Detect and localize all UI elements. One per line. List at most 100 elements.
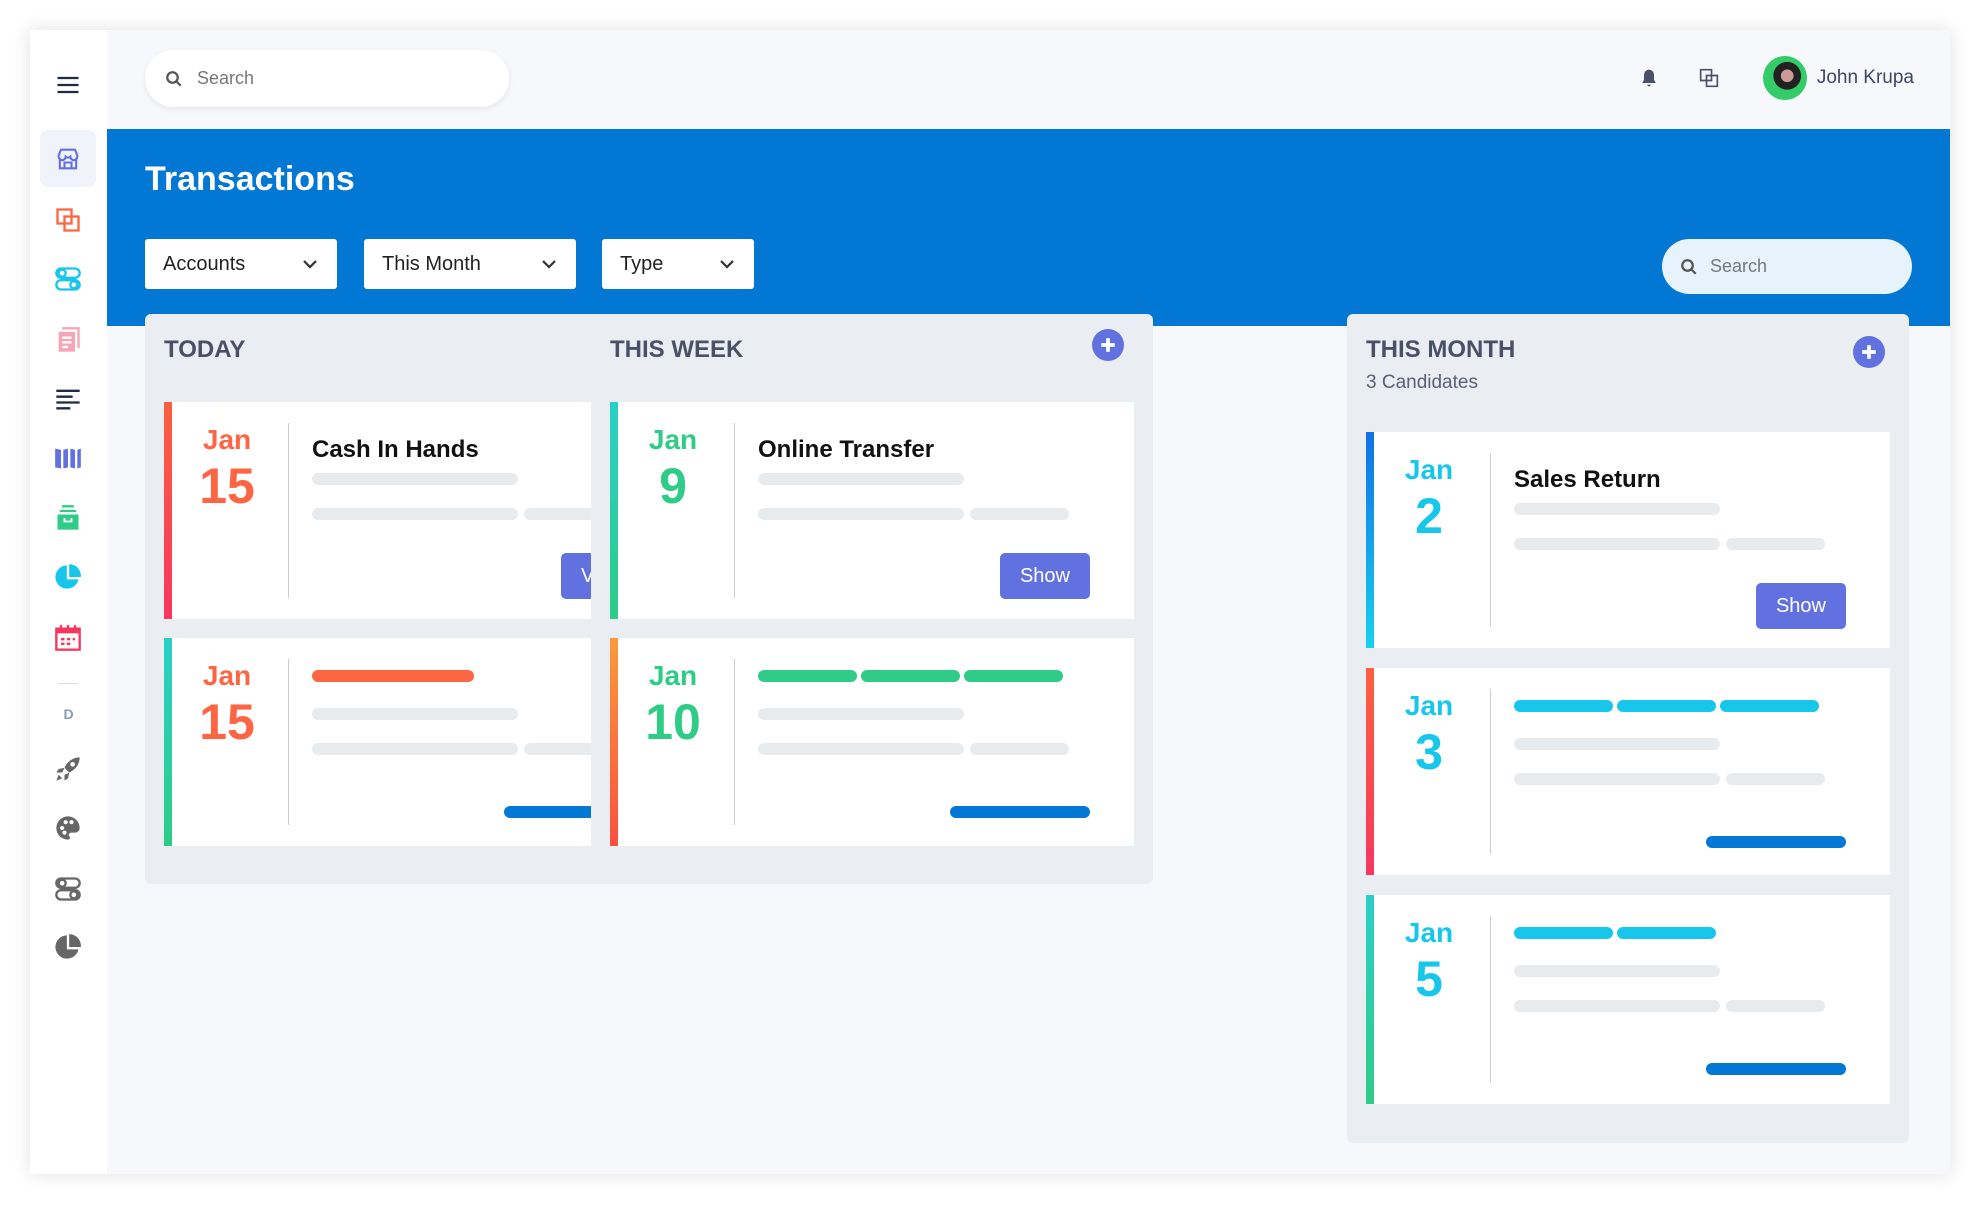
placeholder-line	[758, 473, 964, 485]
page-header-band	[107, 129, 1950, 326]
card-month: Jan	[648, 424, 698, 455]
sidebar-item-text[interactable]	[47, 378, 89, 420]
tag-bar	[1617, 927, 1716, 939]
placeholder-line	[758, 508, 964, 520]
add-button[interactable]	[1853, 336, 1885, 368]
sidebar-item-toggles[interactable]	[47, 258, 89, 300]
sidebar-item-rocket[interactable]	[47, 748, 89, 790]
progress-bar	[950, 806, 1090, 818]
archive-icon	[57, 505, 79, 530]
card-accent-bar	[1366, 668, 1374, 875]
placeholder-line	[758, 708, 964, 720]
toggles-icon	[55, 267, 81, 291]
placeholder-line	[1514, 1000, 1720, 1012]
placeholder-line	[1514, 738, 1720, 750]
app-window: D Search John Krupa Transactions Account…	[30, 30, 1950, 1174]
search-icon	[166, 70, 182, 87]
card-accent-bar	[1366, 432, 1374, 648]
placeholder-line	[1726, 1000, 1825, 1012]
card-date: Jan 15	[172, 424, 282, 516]
align-left-icon	[56, 389, 80, 410]
palette-icon	[56, 816, 80, 840]
progress-bar	[1706, 836, 1846, 848]
tag-bar	[964, 670, 1063, 682]
add-button[interactable]	[1092, 329, 1124, 361]
user-name[interactable]: John Krupa	[1817, 67, 1914, 89]
transaction-card[interactable]: Jan 3	[1366, 668, 1890, 875]
card-date: Jan 5	[1374, 917, 1484, 1009]
rocket-icon	[56, 757, 80, 781]
card-date: Jan 2	[1374, 454, 1484, 546]
tag-bar	[1720, 700, 1819, 712]
card-month: Jan	[1404, 690, 1454, 721]
transaction-card[interactable]: Jan 2 Sales Return Show	[1366, 432, 1890, 648]
placeholder-line	[1514, 965, 1720, 977]
transaction-card[interactable]: Jan 10	[610, 638, 1134, 846]
chevron-down-icon	[542, 260, 556, 269]
accounts-dropdown[interactable]: Accounts	[145, 239, 337, 289]
placeholder-line	[1514, 503, 1720, 515]
dropdown-value: Accounts	[163, 252, 246, 275]
sidebar-item-archive[interactable]	[47, 497, 89, 539]
windows-icon[interactable]	[1699, 68, 1719, 88]
placeholder-line	[970, 508, 1069, 520]
search-icon	[1681, 258, 1697, 275]
sidebar-item-store[interactable]	[40, 130, 96, 187]
card-divider	[734, 423, 735, 598]
map-icon	[55, 448, 81, 469]
period-dropdown[interactable]: This Month	[364, 239, 576, 289]
transactions-search-input[interactable]: Search	[1662, 239, 1912, 294]
placeholder-line	[1726, 538, 1825, 550]
card-day: 3	[1415, 724, 1443, 780]
tag-bar	[1514, 700, 1613, 712]
column-title: THIS MONTH	[1366, 336, 1516, 363]
placeholder-line	[758, 743, 964, 755]
card-accent-bar	[610, 638, 618, 846]
placeholder-line	[970, 743, 1069, 755]
transaction-card[interactable]: Jan 9 Online Transfer Show	[610, 402, 1134, 619]
card-divider	[288, 659, 289, 825]
column-subtitle: 3 Candidates	[1366, 372, 1478, 393]
dropdown-value: Type	[620, 252, 664, 275]
sidebar-item-map[interactable]	[47, 437, 89, 479]
chevron-down-icon	[720, 260, 734, 269]
sidebar-item-copy[interactable]	[47, 199, 89, 241]
menu-toggle[interactable]	[47, 64, 89, 106]
store-icon	[57, 148, 79, 169]
tag-bar	[1617, 700, 1716, 712]
sidebar-item-chart[interactable]	[47, 556, 89, 598]
card-day: 5	[1415, 951, 1443, 1007]
type-dropdown[interactable]: Type	[602, 239, 754, 289]
card-day: 9	[659, 458, 687, 514]
card-day: 10	[645, 694, 701, 750]
search-placeholder: Search	[1710, 256, 1768, 276]
dropdown-value: This Month	[382, 252, 481, 275]
column-title: TODAY	[164, 336, 246, 363]
tag-bar	[1514, 927, 1613, 939]
transaction-card[interactable]: Jan 5	[1366, 895, 1890, 1104]
calendar-icon	[55, 625, 81, 651]
pie-chart-icon	[55, 934, 81, 959]
column-this-week: THIS WEEK Jan 9 Online Transfer Show Jan…	[591, 314, 1153, 884]
sidebar-item-documents[interactable]	[47, 319, 89, 361]
sidebar: D	[30, 30, 107, 1174]
avatar[interactable]	[1762, 56, 1807, 100]
sidebar-item-switches[interactable]	[47, 868, 89, 910]
sidebar-item-reports[interactable]	[47, 926, 89, 968]
card-accent-bar	[1366, 895, 1374, 1104]
card-month: Jan	[1404, 454, 1454, 485]
card-day: 2	[1415, 488, 1443, 544]
card-date: Jan 3	[1374, 690, 1484, 782]
card-month: Jan	[202, 424, 252, 455]
card-month: Jan	[648, 660, 698, 691]
copy-icon	[56, 208, 80, 232]
global-search-input[interactable]: Search	[145, 50, 509, 107]
card-action-button[interactable]: Show	[1755, 583, 1846, 629]
tag-bar	[758, 670, 857, 682]
card-month: Jan	[202, 660, 252, 691]
sidebar-item-palette[interactable]	[47, 807, 89, 849]
sidebar-item-calendar[interactable]	[47, 617, 89, 659]
chevron-down-icon	[303, 260, 317, 269]
card-action-button[interactable]: Show	[999, 553, 1090, 599]
bell-icon[interactable]	[1639, 67, 1659, 89]
